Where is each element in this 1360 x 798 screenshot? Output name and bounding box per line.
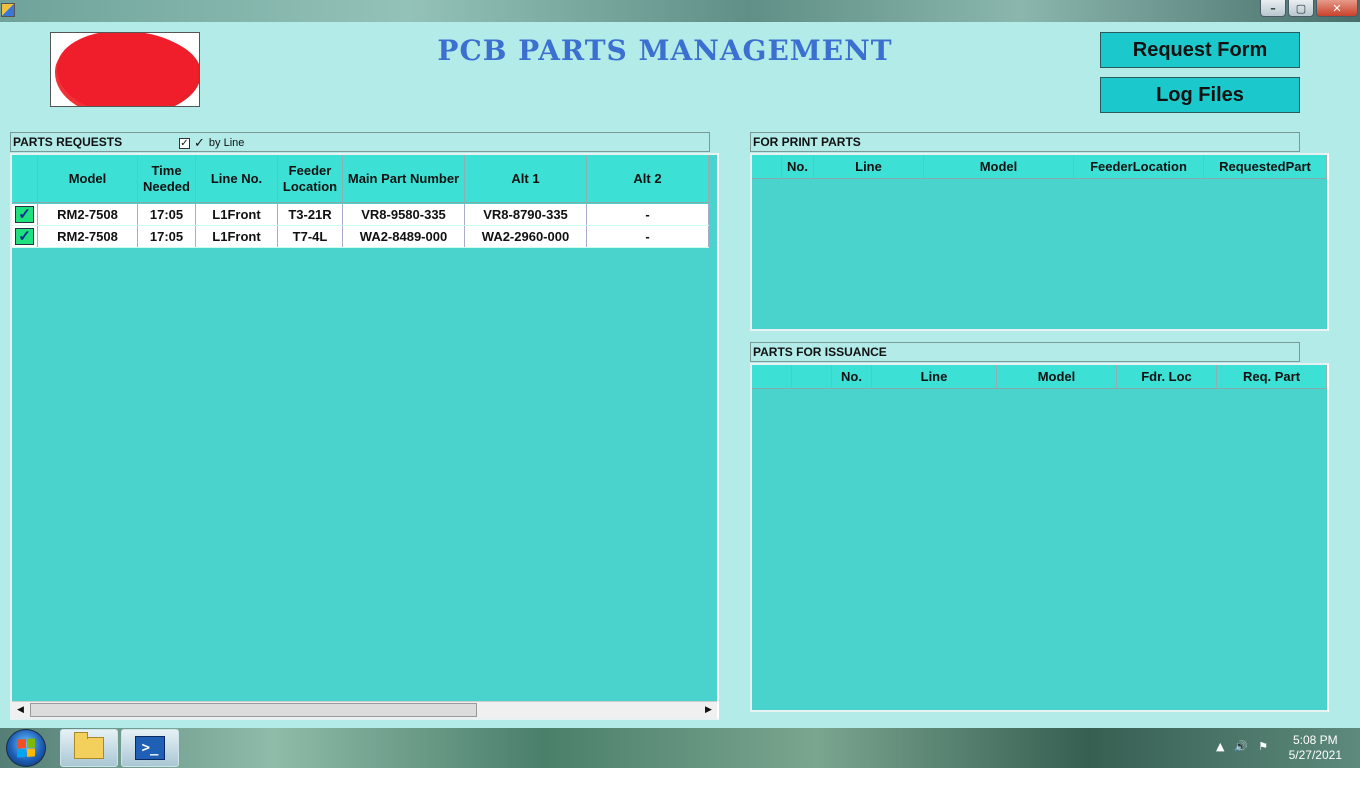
- taskbar-powershell[interactable]: >_: [121, 729, 179, 767]
- header-blank: [792, 365, 832, 388]
- network-icon[interactable]: ⚑: [1258, 740, 1268, 753]
- header-feeder-location[interactable]: Feeder Location: [278, 155, 343, 202]
- header-req-part[interactable]: Req. Part: [1217, 365, 1327, 388]
- system-clock[interactable]: 5:08 PM 5/27/2021: [1289, 733, 1342, 763]
- cell-feeder: T7-4L: [278, 226, 343, 247]
- folder-icon: [74, 732, 104, 759]
- cell-model: RM2-7508: [38, 204, 138, 225]
- parts-requests-grid[interactable]: Model Time Needed Line No. Feeder Locati…: [10, 153, 719, 720]
- powershell-icon: >_: [135, 736, 165, 760]
- system-tray: ▲ 🔊 ⚑: [1216, 740, 1268, 753]
- tray-expand-icon[interactable]: ▲: [1216, 740, 1224, 753]
- cell-feeder: T3-21R: [278, 204, 343, 225]
- parts-for-issuance-caption: PARTS FOR ISSUANCE: [750, 342, 1300, 362]
- window-controls: – ▢ ✕: [1260, 0, 1358, 18]
- header-select: [752, 155, 782, 178]
- scroll-right-icon[interactable]: ▶: [700, 702, 717, 718]
- header-model[interactable]: Model: [924, 155, 1074, 178]
- cell-main-part: WA2-8489-000: [343, 226, 465, 247]
- row-checkbox[interactable]: ✓: [12, 204, 38, 225]
- header-line-no[interactable]: Line No.: [196, 155, 278, 202]
- clock-date: 5/27/2021: [1288, 748, 1342, 762]
- cell-line: L1Front: [196, 226, 278, 247]
- cell-time: 17:05: [138, 204, 196, 225]
- header-model[interactable]: Model: [38, 155, 138, 202]
- company-logo: [50, 32, 200, 107]
- cell-alt1: VR8-8790-335: [465, 204, 587, 225]
- header-select: [752, 365, 792, 388]
- cell-model: RM2-7508: [38, 226, 138, 247]
- by-line-label: by Line: [208, 137, 245, 149]
- header-no[interactable]: No.: [782, 155, 814, 178]
- taskbar: >_ ▲ 🔊 ⚑ 5:08 PM 5/27/2021: [0, 728, 1360, 768]
- parts-requests-caption: PARTS REQUESTS ✓ ✓ by Line: [10, 132, 710, 152]
- window-titlebar: – ▢ ✕: [0, 0, 1360, 22]
- horizontal-scrollbar[interactable]: ◀ ▶: [12, 701, 717, 718]
- for-print-parts-caption: FOR PRINT PARTS: [750, 132, 1300, 152]
- main-form: PCB PARTS MANAGEMENT Request Form Log Fi…: [0, 22, 1360, 728]
- log-files-button[interactable]: Log Files: [1100, 77, 1300, 113]
- grid-header: Model Time Needed Line No. Feeder Locati…: [12, 155, 709, 203]
- header-alt1[interactable]: Alt 1: [465, 155, 587, 202]
- page-title: PCB PARTS MANAGEMENT: [437, 34, 893, 67]
- scroll-thumb[interactable]: [30, 703, 477, 717]
- check-icon: ✓: [194, 135, 205, 150]
- cell-alt1: WA2-2960-000: [465, 226, 587, 247]
- header-requested-part[interactable]: RequestedPart: [1204, 155, 1327, 178]
- maximize-button[interactable]: ▢: [1288, 0, 1314, 17]
- header-line[interactable]: Line: [872, 365, 997, 388]
- header-line[interactable]: Line: [814, 155, 924, 178]
- header-time-needed[interactable]: Time Needed: [138, 155, 196, 202]
- parts-for-issuance-grid[interactable]: No. Line Model Fdr. Loc Req. Part: [750, 363, 1329, 712]
- redacted-logo: [57, 33, 197, 106]
- header-fdr-loc[interactable]: Fdr. Loc: [1117, 365, 1217, 388]
- for-print-parts-grid[interactable]: No. Line Model FeederLocation RequestedP…: [750, 153, 1329, 331]
- close-button[interactable]: ✕: [1316, 0, 1358, 17]
- cell-alt2: -: [587, 226, 709, 247]
- grid-header: No. Line Model FeederLocation RequestedP…: [752, 155, 1327, 179]
- taskbar-explorer[interactable]: [60, 729, 118, 767]
- header-model[interactable]: Model: [997, 365, 1117, 388]
- checkbox-box[interactable]: ✓: [179, 137, 190, 149]
- header-select: [12, 155, 38, 202]
- by-line-checkbox[interactable]: ✓ ✓ by Line: [179, 134, 244, 152]
- volume-icon[interactable]: 🔊: [1234, 740, 1248, 753]
- windows-logo-icon: [17, 738, 35, 758]
- row-checkbox[interactable]: ✓: [12, 226, 38, 247]
- checkmark-icon: ✓: [15, 228, 34, 245]
- cell-main-part: VR8-9580-335: [343, 204, 465, 225]
- header-no[interactable]: No.: [832, 365, 872, 388]
- table-row[interactable]: ✓ RM2-7508 17:05 L1Front T3-21R VR8-9580…: [12, 204, 709, 226]
- parts-requests-label: PARTS REQUESTS: [13, 135, 123, 149]
- table-row[interactable]: ✓ RM2-7508 17:05 L1Front T7-4L WA2-8489-…: [12, 226, 709, 248]
- clock-time: 5:08 PM: [1292, 733, 1338, 747]
- minimize-button[interactable]: –: [1260, 0, 1286, 17]
- grid-header: No. Line Model Fdr. Loc Req. Part: [752, 365, 1327, 389]
- header-main-part-number[interactable]: Main Part Number: [343, 155, 465, 202]
- scroll-left-icon[interactable]: ◀: [12, 702, 29, 718]
- request-form-button[interactable]: Request Form: [1100, 32, 1300, 68]
- app-icon: [1, 3, 15, 17]
- header-alt2[interactable]: Alt 2: [587, 155, 709, 202]
- checkmark-icon: ✓: [15, 206, 34, 223]
- cell-alt2: -: [587, 204, 709, 225]
- cell-time: 17:05: [138, 226, 196, 247]
- header-feeder-location[interactable]: FeederLocation: [1074, 155, 1204, 178]
- cell-line: L1Front: [196, 204, 278, 225]
- start-button[interactable]: [6, 729, 46, 767]
